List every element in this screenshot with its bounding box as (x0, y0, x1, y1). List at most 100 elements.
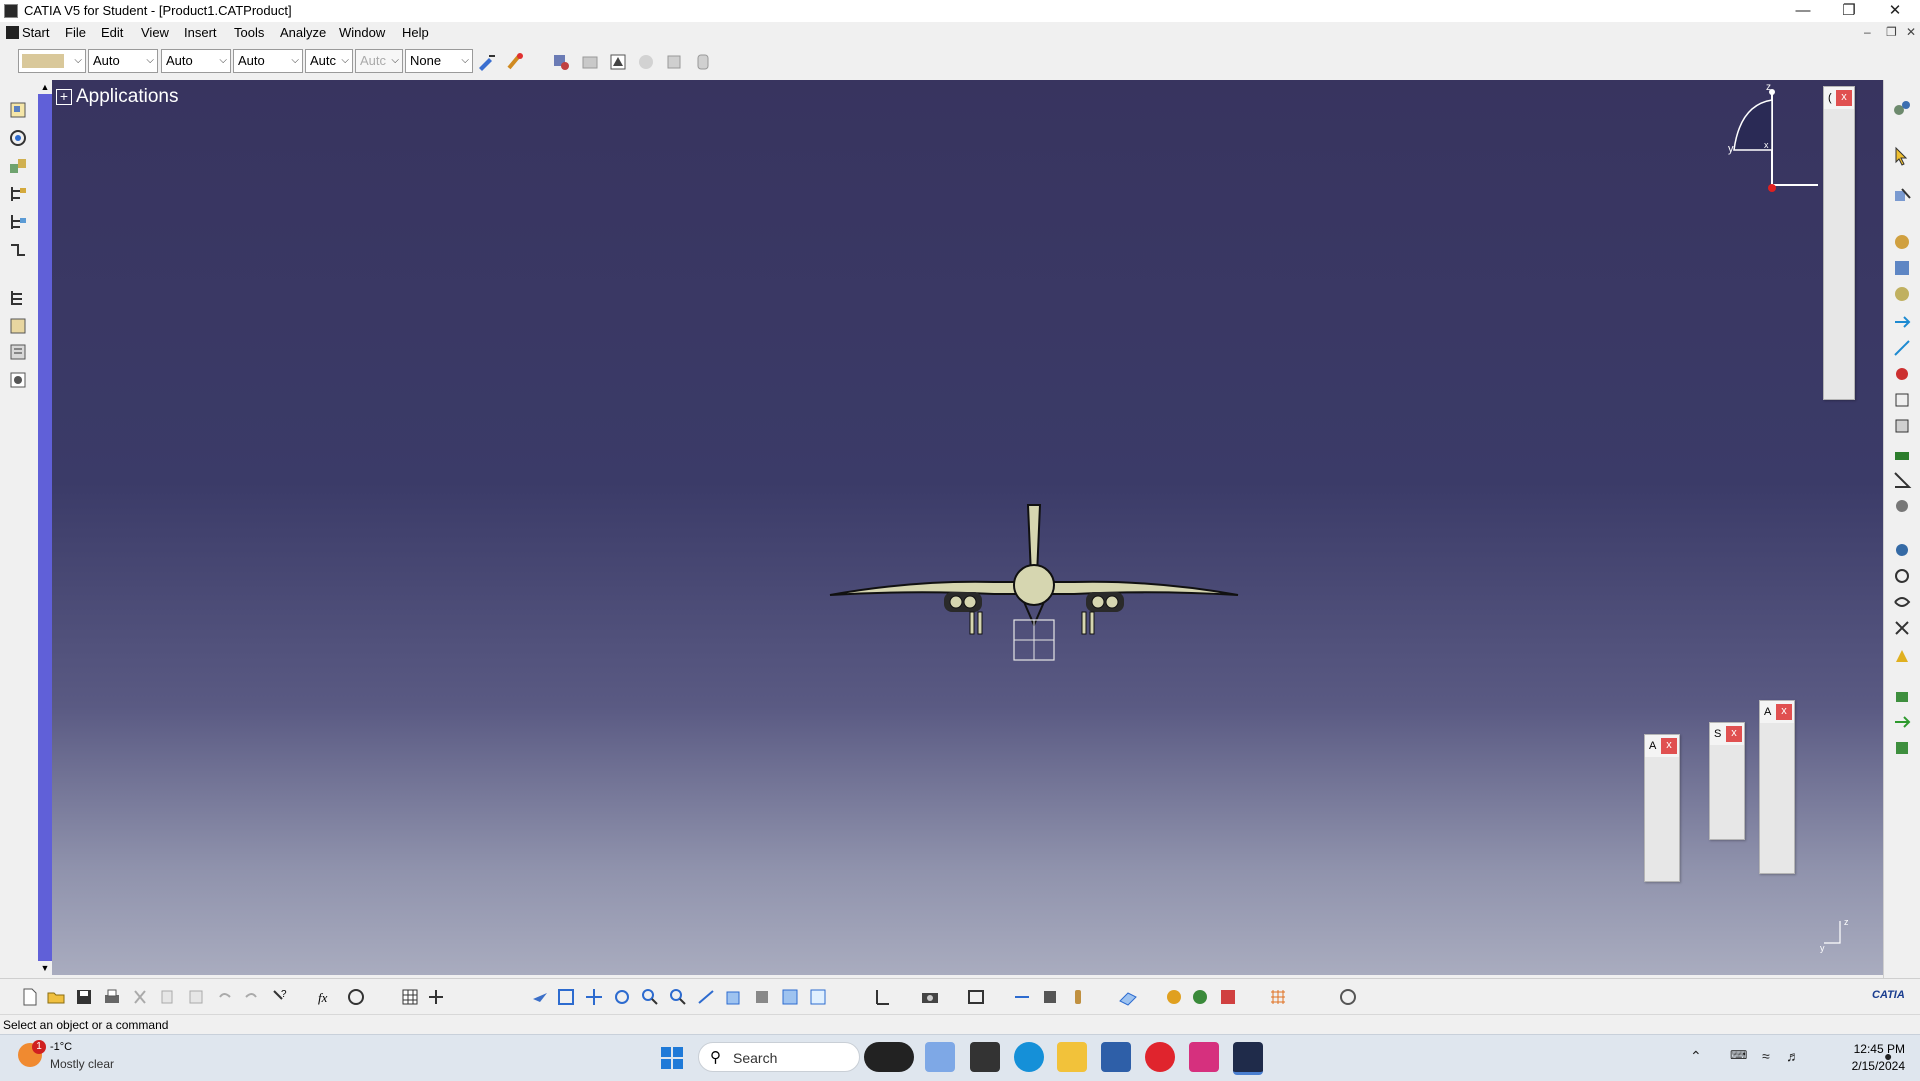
widgets-icon[interactable] (925, 1042, 955, 1072)
hide-show-icon[interactable] (780, 987, 800, 1007)
expand-icon[interactable]: + (56, 88, 72, 105)
analysis-icon[interactable] (8, 370, 28, 390)
reuse-pattern-icon[interactable] (1892, 618, 1912, 638)
shading-icon[interactable] (752, 987, 772, 1007)
bill-of-material-icon[interactable] (8, 288, 28, 308)
whats-this-icon[interactable]: ? (270, 987, 290, 1007)
close-button[interactable]: ✕ (1872, 0, 1918, 22)
menu-window[interactable]: Window (339, 25, 385, 40)
close-icon[interactable]: x (1776, 704, 1792, 720)
3d-viewport[interactable]: z y x z y (38, 80, 1883, 975)
fly-mode-icon[interactable] (530, 987, 550, 1007)
menu-file[interactable]: File (65, 25, 86, 40)
formula-icon[interactable]: fx (316, 987, 336, 1007)
minimize-button[interactable]: — (1780, 0, 1826, 22)
coincidence-icon[interactable] (1892, 390, 1912, 410)
constraint-icon[interactable] (8, 128, 28, 148)
fit-all-icon[interactable] (556, 987, 576, 1007)
update-icon[interactable] (1892, 646, 1912, 666)
aircraft-model[interactable] (824, 500, 1244, 680)
volume-icon[interactable]: ♬ (1786, 1048, 1800, 1064)
open-icon[interactable] (46, 987, 66, 1007)
mdi-minimize-icon[interactable]: – (1864, 25, 1871, 39)
scroll-up-icon[interactable]: ▲ (38, 80, 52, 94)
distance-icon[interactable] (1012, 987, 1032, 1007)
section-icon[interactable] (1040, 987, 1060, 1007)
point-type-combo[interactable]: Autc ⌵ (305, 49, 353, 73)
color-combo[interactable]: ⌵ (18, 49, 86, 73)
menu-start[interactable]: Start (6, 25, 49, 40)
close-icon[interactable]: x (1836, 90, 1852, 106)
close-icon[interactable]: x (1661, 738, 1677, 754)
scenes-icon[interactable] (8, 316, 28, 336)
grid-icon[interactable] (1268, 987, 1288, 1007)
graphic-properties-icon[interactable] (505, 52, 525, 72)
scroll-down-icon[interactable]: ▼ (38, 961, 52, 975)
normal-view-icon[interactable] (696, 987, 716, 1007)
table-icon[interactable] (400, 987, 420, 1007)
opera-icon[interactable] (1145, 1042, 1175, 1072)
show-hidden-icons-icon[interactable]: ⌃ (1690, 1048, 1702, 1065)
measure-icon[interactable] (1892, 686, 1912, 706)
fix-together-icon[interactable] (1892, 540, 1912, 560)
layer-filter-combo[interactable]: None ⌵ (405, 49, 473, 73)
layer-combo[interactable]: Auto ⌵ (233, 49, 303, 73)
pan-icon[interactable] (584, 987, 604, 1007)
line-thickness-combo[interactable]: Auto ⌵ (88, 49, 158, 73)
layer-properties-icon[interactable] (551, 52, 571, 72)
capture-icon[interactable] (920, 987, 940, 1007)
offset-icon[interactable] (1892, 444, 1912, 464)
catia-app-icon[interactable] (4, 4, 18, 18)
contact-icon[interactable] (1892, 416, 1912, 436)
mdi-close-icon[interactable]: ✕ (1906, 25, 1916, 39)
zoom-in-icon[interactable] (640, 987, 660, 1007)
new-icon[interactable] (20, 987, 40, 1007)
replace-component-icon[interactable] (1892, 258, 1912, 278)
store-icon[interactable] (1101, 1042, 1131, 1072)
angle-icon[interactable] (1892, 470, 1912, 490)
graph-tree-icon[interactable] (1892, 284, 1912, 304)
menu-view[interactable]: View (141, 25, 169, 40)
painter-icon[interactable] (477, 52, 497, 72)
component-icon[interactable] (8, 156, 28, 176)
clock-date[interactable]: 2/15/2024 (1825, 1059, 1905, 1073)
task-view-icon[interactable] (970, 1042, 1000, 1072)
fix-icon[interactable] (1892, 496, 1912, 516)
product-icon[interactable] (8, 100, 28, 120)
manipulate-icon[interactable] (966, 987, 986, 1007)
inertia-icon[interactable] (1892, 738, 1912, 758)
bottle-icon[interactable] (1068, 987, 1088, 1007)
menu-help[interactable]: Help (402, 25, 429, 40)
measure-between-icon[interactable] (872, 987, 892, 1007)
specification-tree-root[interactable]: + Applications (56, 86, 178, 108)
catia-taskbar-icon[interactable] (1233, 1042, 1263, 1075)
swap-space-icon[interactable] (808, 987, 828, 1007)
quick-view-icon[interactable] (724, 987, 744, 1007)
keyboard-icon[interactable]: ⌨ (1730, 1048, 1747, 1062)
snap-icon[interactable] (1892, 312, 1912, 332)
menu-tools[interactable]: Tools (234, 25, 264, 40)
notifications-icon[interactable]: ● (1884, 1048, 1892, 1064)
clock-time[interactable]: 12:45 PM (1825, 1042, 1905, 1056)
refresh-icon[interactable] (1338, 987, 1358, 1007)
compass[interactable]: z y x (1710, 80, 1830, 200)
plane-icon[interactable] (1118, 987, 1138, 1007)
print-icon[interactable] (102, 987, 122, 1007)
rotate-icon[interactable] (612, 987, 632, 1007)
explode-icon[interactable] (1892, 338, 1912, 358)
copilot-icon[interactable] (864, 1042, 914, 1072)
tree-scrollbar[interactable]: ▲ ▼ (38, 80, 52, 975)
instagram-icon[interactable] (1189, 1042, 1219, 1072)
publication-icon[interactable] (8, 342, 28, 362)
taskbar-search-box[interactable]: ⚲ Search (698, 1042, 860, 1072)
measure-item-icon[interactable] (1892, 712, 1912, 732)
save-icon[interactable] (74, 987, 94, 1007)
texture-icon[interactable] (1218, 987, 1238, 1007)
render-icon[interactable] (1164, 987, 1184, 1007)
clash-icon[interactable] (1892, 364, 1912, 384)
line-type-combo[interactable]: Auto ⌵ (161, 49, 231, 73)
quick-constraint-icon[interactable] (1892, 566, 1912, 586)
windows-start-icon[interactable] (660, 1046, 684, 1070)
close-icon[interactable]: x (1726, 726, 1742, 742)
knowledge-icon[interactable] (346, 987, 366, 1007)
